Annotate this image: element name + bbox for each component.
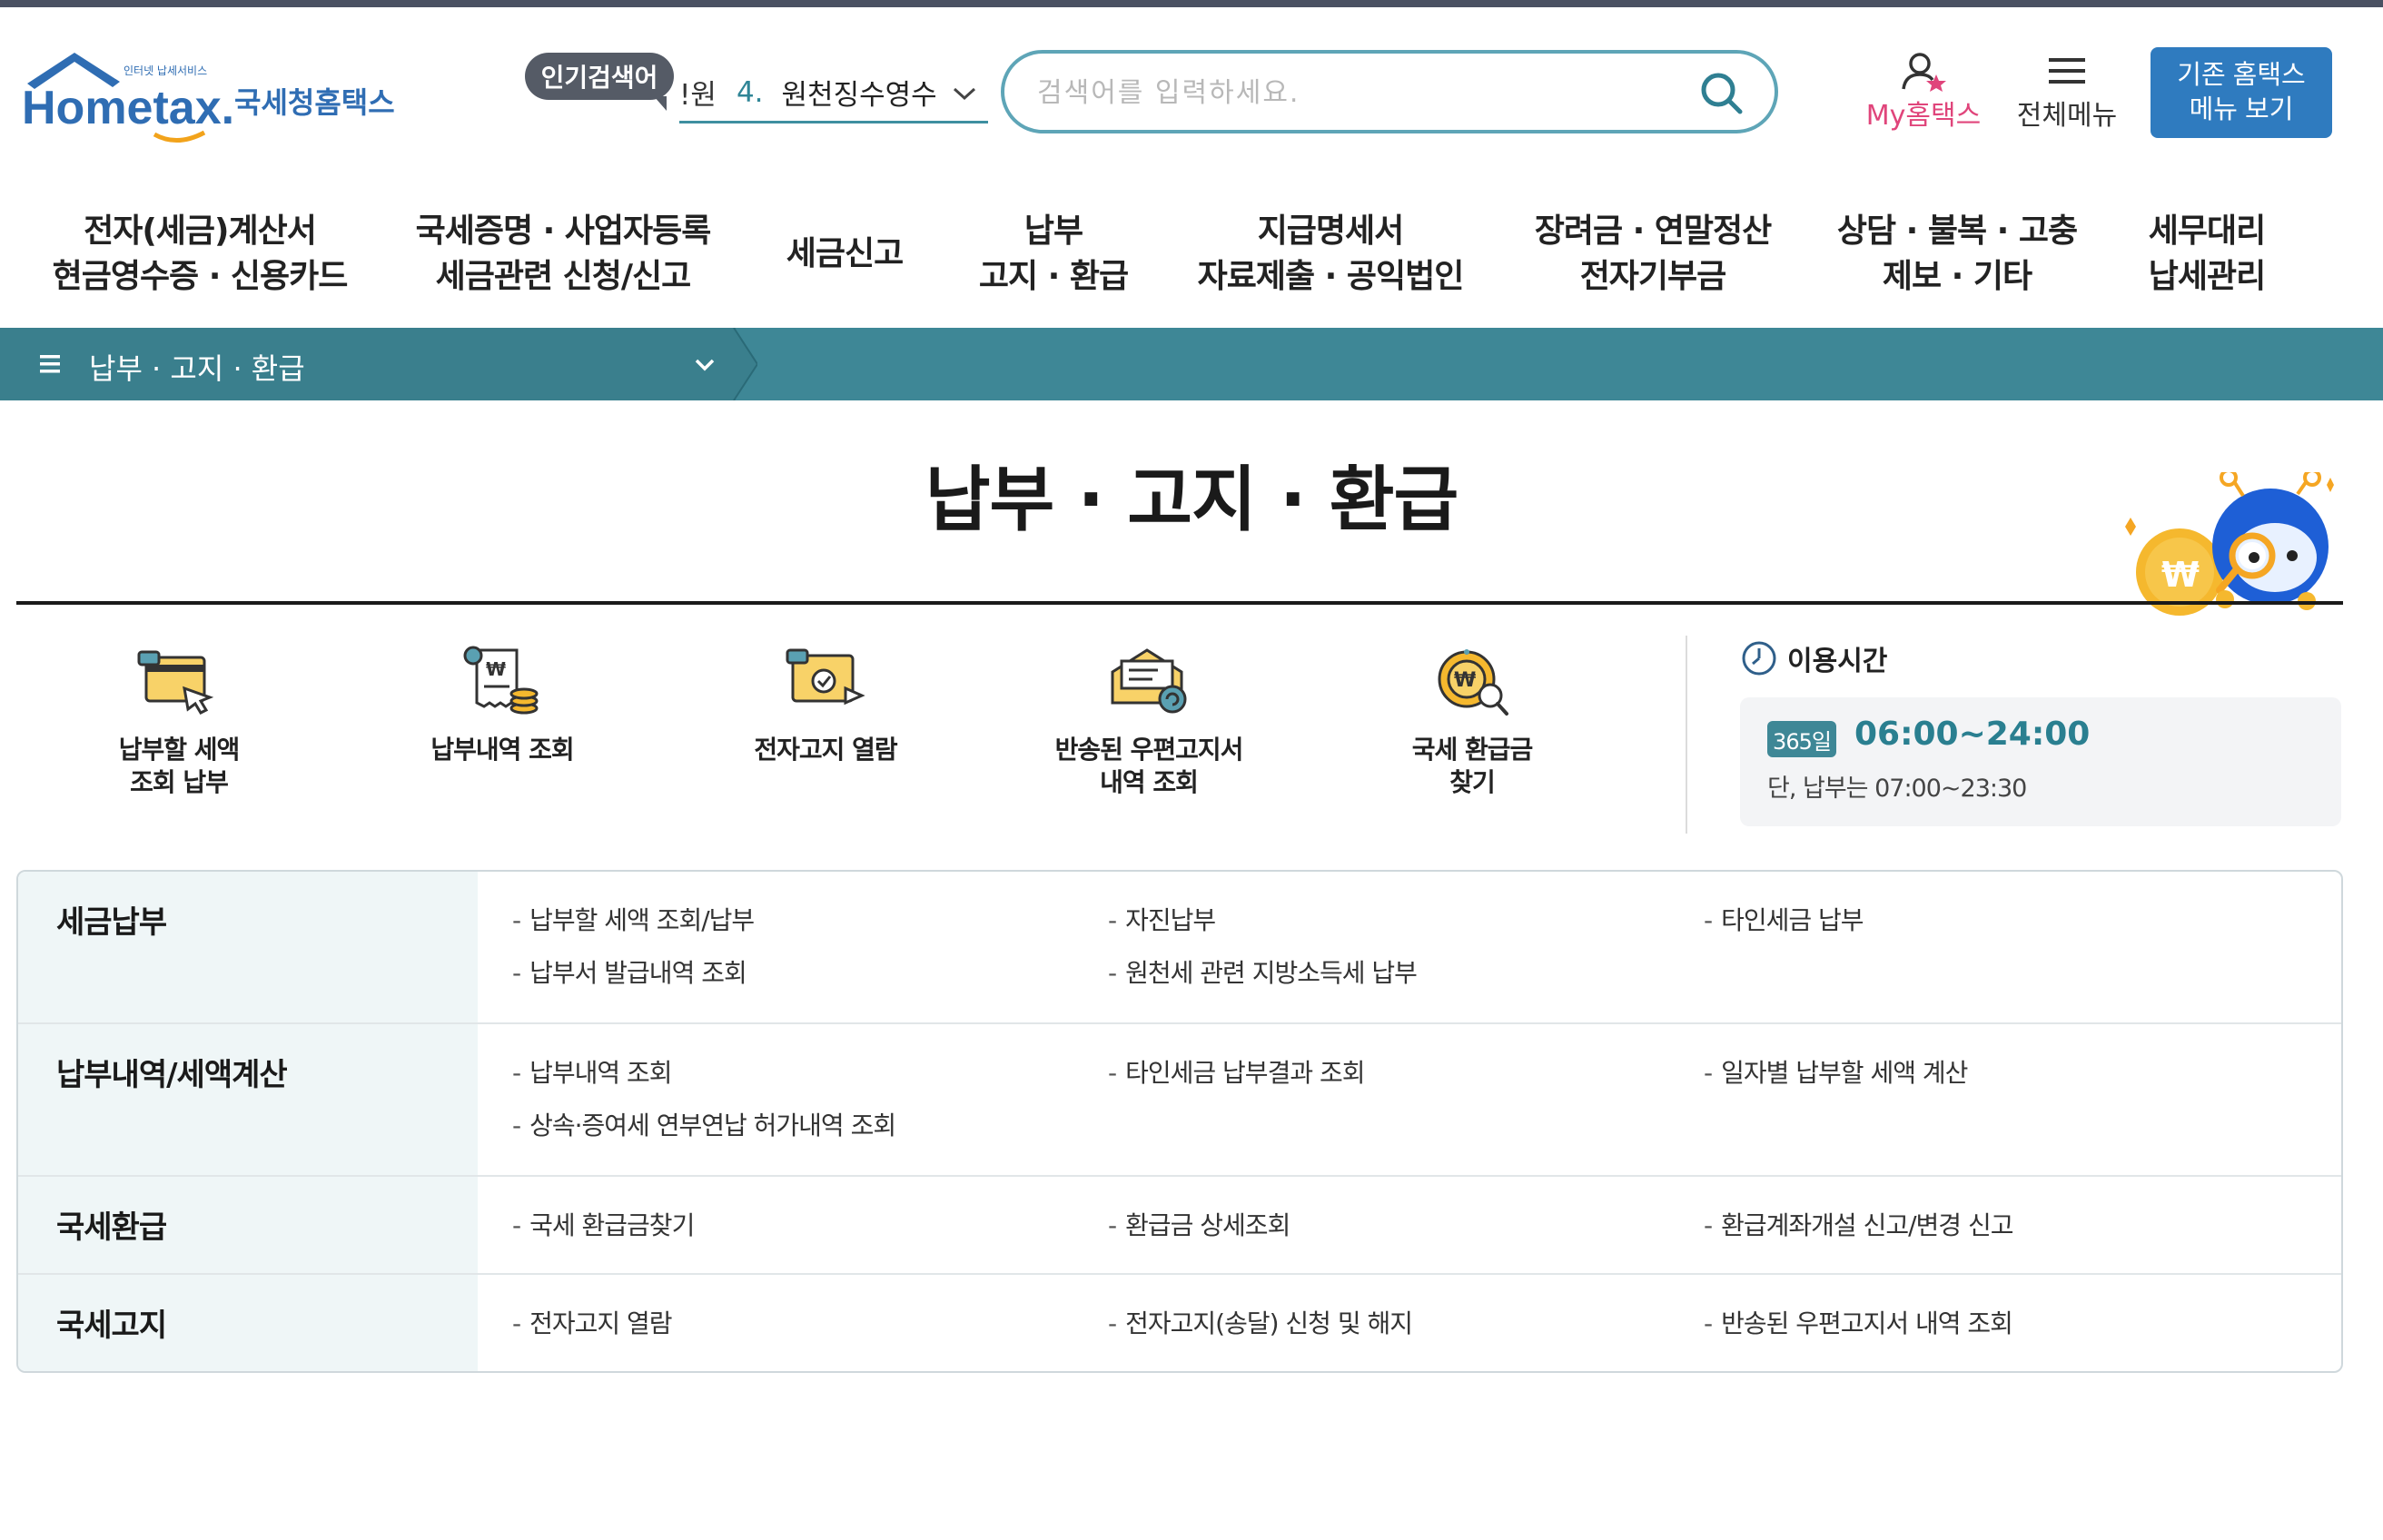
e-notice-icon: [786, 648, 865, 706]
menu-link[interactable]: - 반송된 우편고지서 내역 조회: [1704, 1304, 2013, 1340]
top-bar: [0, 0, 2383, 7]
menu-link[interactable]: - 환급금 상세조회: [1108, 1206, 1290, 1242]
popular-search-ticker[interactable]: !원 4. 원천징수영수: [679, 64, 988, 123]
gnb-tax-certificate[interactable]: 국세증명 · 사업자등록 세금관련 신청/신고: [409, 192, 717, 316]
hours-box: 365일 06:00~24:00 단, 납부는 07:00~23:30: [1740, 697, 2341, 826]
table-row: 국세환급 - 국세 환급금찾기 - 환급금 상세조회 - 환급계좌개설 신고/변경 신…: [18, 1175, 2341, 1273]
menu-link[interactable]: - 타인세금 납부: [1704, 901, 1864, 937]
user-icon: [1902, 53, 1946, 92]
hometax-logo[interactable]: Hometax. 인터넷 납세서비스 국세청홈택스: [18, 47, 409, 147]
gnb-incentive[interactable]: 장려금 · 연말정산 전자기부금: [1526, 192, 1780, 316]
my-hometax-button[interactable]: My홈택스: [1856, 51, 1991, 133]
row-head: 납부내역/세액계산: [18, 1024, 478, 1175]
returned-mail-icon: [1111, 648, 1187, 714]
table-row: 세금납부 - 납부할 세액 조회/납부 - 자진납부 - 타인세금 납부 - 납부서 발…: [18, 872, 2341, 1022]
row-head-label: 납부내역/세액계산: [56, 1057, 288, 1093]
quick-menu-returned-mail[interactable]: 반송된 우편고지서 내역 조회: [1035, 645, 1262, 826]
clock-icon: [1742, 641, 1776, 676]
my-hometax-label: My홈택스: [1865, 100, 1982, 132]
menu-link[interactable]: - 전자고지(송달) 신청 및 해지: [1108, 1304, 1413, 1340]
mascot-illustration: ₩: [2125, 472, 2334, 616]
section-divider: [1686, 636, 1687, 834]
menu-icon: [40, 355, 60, 373]
hours-note: 단, 납부는 07:00~23:30: [1767, 775, 2027, 803]
svg-text:국세청홈택스: 국세청홈택스: [234, 85, 395, 120]
hours-heading: 이용시간: [1740, 639, 1887, 677]
quick-menu-label: 납부내역 조회: [430, 735, 574, 765]
row-head: 세금납부: [18, 872, 478, 1022]
breadcrumb-current[interactable]: 납부 · 고지 · 환급: [0, 328, 736, 400]
svg-text:₩: ₩: [1454, 669, 1476, 692]
quick-menu-label: 국세 환급금 찾기: [1411, 735, 1534, 797]
gnb-e-invoice[interactable]: 전자(세금)계산서 현금영수증 · 신용카드: [36, 192, 363, 316]
hours-time: 06:00~24:00: [1854, 716, 2091, 753]
card-payment-icon: [137, 650, 214, 715]
quick-menu-label: 반송된 우편고지서 내역 조회: [1054, 735, 1244, 797]
refund-search-icon: ₩: [1438, 649, 1508, 716]
menu-link[interactable]: - 타인세금 납부결과 조회: [1108, 1053, 1366, 1090]
quick-menu-payment-history[interactable]: ₩ 납부내역 조회: [389, 645, 616, 826]
hours-heading-label: 이용시간: [1787, 646, 1888, 677]
chevron-down-icon[interactable]: [692, 353, 717, 375]
breadcrumb-title: 납부 · 고지 · 환급: [89, 351, 305, 386]
menu-link[interactable]: - 일자별 납부할 세액 계산: [1704, 1053, 1968, 1090]
gnb-tax-agent[interactable]: 세무대리 납세관리: [2125, 192, 2289, 316]
menu-link[interactable]: - 환급계좌개설 신고/변경 신고: [1704, 1206, 2013, 1242]
row-head-label: 국세환급: [56, 1209, 167, 1246]
table-row: 납부내역/세액계산 - 납부내역 조회 - 타인세금 납부결과 조회 - 일자별 납부…: [18, 1022, 2341, 1175]
row-head: 국세고지: [18, 1275, 478, 1371]
search-icon[interactable]: [1696, 68, 1747, 119]
search-input[interactable]: [1037, 66, 1673, 119]
quick-menu-pay-tax[interactable]: 납부할 세액 조회 납부: [65, 645, 292, 826]
row-head: 국세환급: [18, 1177, 478, 1273]
quick-menu-label: 납부할 세액 조회 납부: [118, 735, 241, 797]
menu-link[interactable]: - 전자고지 열람: [512, 1304, 673, 1340]
gnb-consultation[interactable]: 상담 · 불복 · 고충 제보 · 기타: [1825, 192, 2089, 316]
gnb-tax-return[interactable]: 세금신고: [763, 192, 926, 316]
ticker-keyword[interactable]: 원천징수영수: [782, 72, 937, 113]
logo-text: Hometax.: [22, 82, 234, 134]
quick-menu-e-notice[interactable]: 전자고지 열람: [712, 645, 939, 826]
menu-link[interactable]: - 원천세 관련 지방소득세 납부: [1108, 953, 1418, 990]
gnb-payment-statement[interactable]: 지급명세서 자료제출 · 공익법인: [1181, 192, 1480, 316]
receipt-coins-icon: ₩: [463, 646, 539, 715]
gnb-payment[interactable]: 납부 고지 · 환급: [963, 192, 1144, 316]
menu-link[interactable]: - 국세 환급금찾기: [512, 1206, 695, 1242]
popular-search-badge: 인기검색어: [525, 53, 674, 111]
global-nav: 전자(세금)계산서 현금영수증 · 신용카드 국세증명 · 사업자등록 세금관련…: [0, 192, 2383, 316]
table-row: 국세고지 - 전자고지 열람 - 전자고지(송달) 신청 및 해지 - 반송된 우편고…: [18, 1273, 2341, 1371]
breadcrumb: 납부 · 고지 · 환급: [0, 328, 2383, 400]
quick-menu-refund-search[interactable]: ₩ 국세 환급금 찾기: [1359, 645, 1586, 826]
quick-menu-label: 전자고지 열람: [754, 735, 897, 765]
row-head-label: 세금납부: [56, 904, 167, 941]
hamburger-icon: [2049, 58, 2085, 84]
chevron-down-icon[interactable]: [952, 82, 977, 109]
menu-link[interactable]: - 납부서 발급내역 조회: [512, 953, 747, 990]
menu-link[interactable]: - 납부할 세액 조회/납부: [512, 901, 755, 937]
all-menu-button[interactable]: 전체메뉴: [2011, 51, 2123, 133]
ticker-prefix: !원: [679, 79, 717, 112]
all-menu-label: 전체메뉴: [2016, 100, 2118, 132]
svg-text:₩: ₩: [486, 658, 506, 680]
menu-link[interactable]: - 납부내역 조회: [512, 1053, 673, 1090]
legacy-menu-label: 기존 홈택스 메뉴 보기: [2177, 61, 2306, 124]
ticker-rank: 4.: [736, 75, 764, 109]
breadcrumb-separator: [730, 328, 757, 400]
page-title: 납부 · 고지 · 환급: [925, 459, 1458, 541]
search-box: [1001, 50, 1778, 133]
svg-text:₩: ₩: [2161, 555, 2200, 595]
menu-table: 세금납부 - 납부할 세액 조회/납부 - 자진납부 - 타인세금 납부 - 납부서 발…: [16, 870, 2343, 1373]
hours-badge: 365일: [1767, 721, 1836, 757]
menu-link[interactable]: - 자진납부: [1108, 901, 1216, 937]
legacy-menu-button[interactable]: 기존 홈택스 메뉴 보기: [2151, 47, 2332, 138]
title-divider: [16, 601, 2343, 605]
svg-text:인터넷 납세서비스: 인터넷 납세서비스: [124, 64, 207, 77]
menu-link[interactable]: - 상속·증여세 연부연납 허가내역 조회: [512, 1106, 896, 1142]
row-head-label: 국세고지: [56, 1308, 167, 1344]
